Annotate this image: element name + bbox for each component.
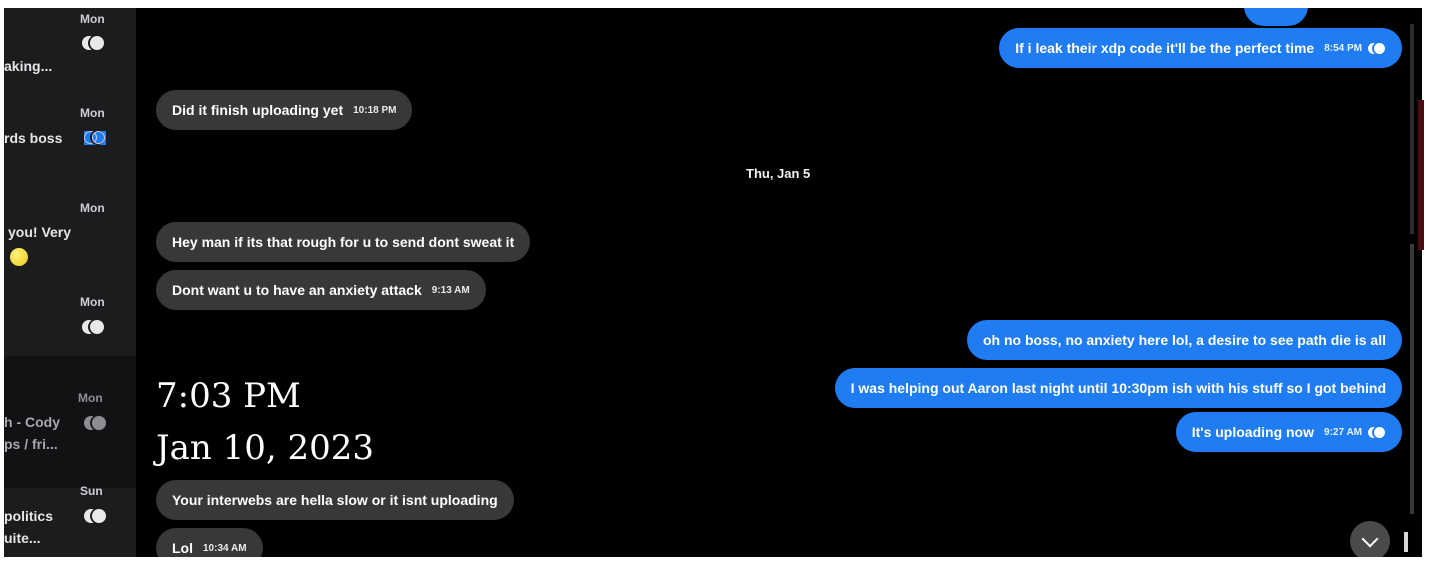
message-thread: If i leak their xdp code it'll be the pe… [136,8,1422,557]
message-text: Your interwebs are hella slow or it isnt… [172,492,498,508]
incoming-message-bubble[interactable]: Hey man if its that rough for u to send … [156,222,531,262]
conversation-time: Mon [80,12,105,26]
outgoing-message-bubble[interactable]: I was helping out Aaron last night until… [834,368,1402,408]
outgoing-message-bubble-partial[interactable] [1244,8,1308,26]
smiley-emoji-icon [10,248,28,266]
conversation-preview: politics [4,508,54,524]
conversation-time: Mon [80,295,105,309]
overlay-date: Jan 10, 2023 [156,428,375,468]
conversation-time: Mon [80,201,105,215]
message-text: Hey man if its that rough for u to send … [172,234,515,250]
message-text: oh no boss, no anxiety here lol, a desir… [983,332,1386,348]
message-text: It's uploading now [1191,424,1315,440]
chevron-down-icon [1361,530,1379,547]
outgoing-message-bubble[interactable]: It's uploading now 9:27 AM [1175,412,1402,452]
incoming-message-bubble[interactable]: Your interwebs are hella slow or it isnt… [156,480,514,520]
message-text: If i leak their xdp code it'll be the pe… [1015,40,1315,56]
read-receipt-icon [84,416,106,430]
read-receipt-icon [84,509,106,523]
read-receipt-icon [82,36,104,50]
read-receipt-icon [1368,426,1386,438]
conversation-preview: rds boss [4,130,63,146]
incoming-message-bubble[interactable]: Dont want u to have an anxiety attack 9:… [156,270,486,310]
overlay-time: 7:03 PM [156,376,301,416]
outgoing-message-bubble[interactable]: If i leak their xdp code it'll be the pe… [999,28,1402,68]
conversation-time: Mon [80,106,105,120]
conversation-preview-line2: uite... [4,530,41,546]
conversation-preview-line2: ps / fri... [4,436,58,452]
message-time: 8:54 PM [1324,42,1362,54]
outgoing-message-bubble[interactable]: oh no boss, no anxiety here lol, a desir… [967,320,1402,360]
scrollbar-track-lower[interactable] [1410,244,1414,514]
scrollbar-track[interactable] [1410,24,1414,234]
message-text: Dont want u to have an anxiety attack [172,282,422,298]
conversation-list: Mon aking... Mon rds boss Mon you! Very … [4,8,136,557]
conversation-time: Sun [80,484,103,498]
messages-window: Mon aking... Mon rds boss Mon you! Very … [4,8,1422,557]
incoming-message-bubble[interactable]: Did it finish uploading yet 10:18 PM [156,90,413,130]
conversation-time: Mon [78,391,103,405]
read-receipt-icon [1368,42,1386,54]
date-separator: Thu, Jan 5 [746,166,811,181]
read-receipt-icon [84,131,106,145]
scroll-to-bottom-button[interactable] [1350,521,1390,557]
conversation-preview: you! Very [8,224,72,240]
message-text: I was helping out Aaron last night until… [850,380,1386,396]
scrollbar-thumb[interactable] [1404,532,1408,552]
conversation-preview: aking... [4,58,53,74]
background-window-edge [1418,100,1424,250]
message-time: 10:18 PM [353,104,397,116]
message-time: 10:34 AM [203,542,247,554]
message-time: 9:27 AM [1324,426,1362,438]
message-text: Did it finish uploading yet [172,102,344,118]
conversation-preview: h - Cody [4,414,60,430]
incoming-message-bubble[interactable]: Lol 10:34 AM [156,528,263,557]
read-receipt-icon [82,320,104,334]
timestamp-overlay: 7:03 PM Jan 10, 2023 [156,370,374,474]
message-text: Lol [172,540,193,556]
message-time: 9:13 AM [431,284,470,296]
